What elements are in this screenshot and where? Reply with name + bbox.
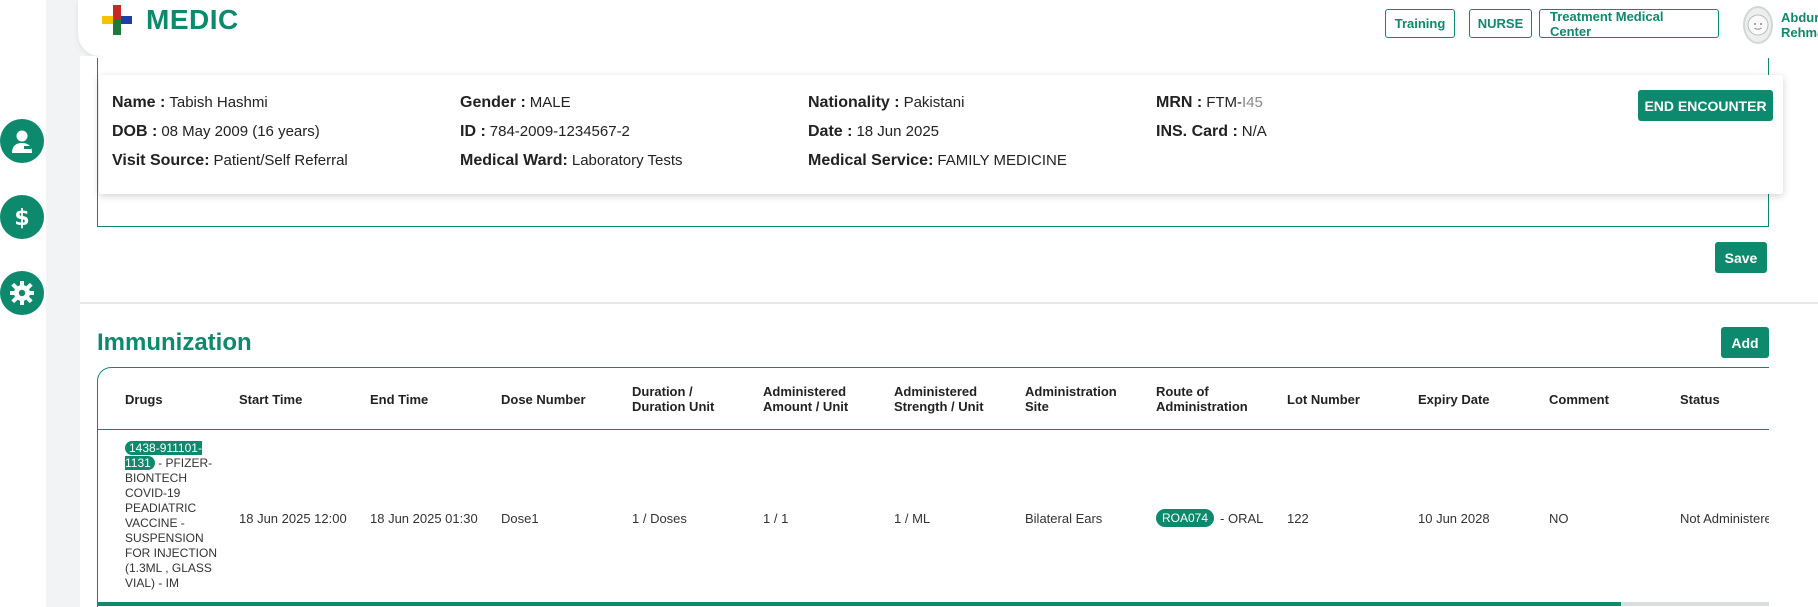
col-route[interactable]: Route of Administration [1156, 368, 1266, 430]
amount-cell: 1 / 1 [763, 510, 789, 526]
duration-cell: 1 / Doses [632, 510, 687, 526]
visit-source: Visit Source: Patient/Self Referral [112, 152, 348, 169]
app-name: MEDIC [146, 4, 239, 35]
route-name: - ORAL [1220, 510, 1264, 526]
col-status[interactable]: Status [1680, 368, 1769, 430]
dollar-icon[interactable]: $ [0, 195, 44, 239]
col-administered-amount[interactable]: Administered Amount / Unit [763, 368, 873, 430]
end-time-cell: 18 Jun 2025 01:30 [370, 510, 478, 526]
col-administered-strength[interactable]: Administered Strength / Unit [894, 368, 1004, 430]
horizontal-scrollbar-track[interactable] [1621, 602, 1769, 606]
col-drugs[interactable]: Drugs [125, 368, 225, 430]
svg-text:$: $ [14, 206, 29, 231]
medical-service: Medical Service: FAMILY MEDICINE [808, 152, 1067, 169]
left-sidebar: $ [0, 0, 46, 607]
col-start-time[interactable]: Start Time [239, 368, 359, 430]
visit-date: Date :18 Jun 2025 [808, 123, 940, 140]
start-time-cell: 18 Jun 2025 12:00 [239, 510, 347, 526]
immunization-table: Drugs Start Time End Time Dose Number Du… [97, 367, 1769, 607]
col-comment[interactable]: Comment [1549, 368, 1659, 430]
top-header: MEDIC Training NURSE Treatment Medical C… [78, 0, 1818, 56]
col-administration-site[interactable]: Administration Site [1025, 368, 1135, 430]
end-encounter-button[interactable]: END ENCOUNTER [1638, 90, 1773, 121]
patient-id: ID :784-2009-1234567-2 [460, 123, 630, 140]
user-menu[interactable]: Abdur Rehman ⌄ [1743, 6, 1818, 44]
table-row[interactable]: 1438-911101-1131 - PFIZER-BIONTECH COVID… [98, 430, 1769, 606]
save-button[interactable]: Save [1715, 242, 1767, 273]
strength-cell: 1 / ML [894, 510, 931, 526]
patient-dob: DOB :08 May 2009 (16 years) [112, 123, 320, 140]
drug-cell: 1438-911101-1131 - PFIZER-BIONTECH COVID… [125, 441, 225, 591]
patient-banner: Name : Tabish Hashmi Gender : MALE Nationa… [99, 75, 1783, 194]
nurse-role-button[interactable]: NURSE [1469, 9, 1532, 38]
route-cell: ROA074 - ORAL [1156, 430, 1263, 606]
col-duration[interactable]: Duration / Duration Unit [632, 368, 742, 430]
avatar [1743, 6, 1773, 44]
immunization-title: Immunization [97, 329, 252, 356]
insurance-card: INS. Card : N/A [1156, 123, 1267, 140]
medical-ward: Medical Ward: Laboratory Tests [460, 152, 683, 169]
dose-number-cell: Dose1 [501, 510, 539, 526]
col-expiry-date[interactable]: Expiry Date [1418, 368, 1528, 430]
doctor-icon[interactable] [0, 119, 44, 163]
drug-name: - PFIZER-BIONTECH COVID-19 PEADIATRIC VA… [125, 456, 217, 590]
expiry-date-cell: 10 Jun 2028 [1418, 510, 1490, 526]
col-dose-number[interactable]: Dose Number [501, 368, 621, 430]
app-logo[interactable]: MEDIC [102, 4, 239, 36]
horizontal-scrollbar-thumb[interactable] [97, 602, 1621, 606]
status-cell: Not Administered [1680, 510, 1769, 526]
patient-nationality: Nationality : Pakistani [808, 94, 965, 111]
patient-gender: Gender : MALE [460, 94, 571, 111]
site-cell: Bilateral Ears [1025, 510, 1103, 526]
gear-icon[interactable] [0, 271, 44, 315]
section-divider [80, 302, 1818, 304]
lot-number-cell: 122 [1287, 510, 1309, 526]
col-end-time[interactable]: End Time [370, 368, 490, 430]
route-code-badge: ROA074 [1156, 509, 1215, 527]
training-button[interactable]: Training [1385, 9, 1455, 38]
table-header: Drugs Start Time End Time Dose Number Du… [98, 368, 1769, 430]
medic-cross-icon [102, 5, 132, 35]
facility-button[interactable]: Treatment Medical Center [1539, 9, 1719, 39]
comment-cell: NO [1549, 510, 1569, 526]
patient-mrn: MRN : FTM-I45 [1156, 94, 1263, 111]
patient-name: Name : Tabish Hashmi [112, 94, 268, 111]
add-immunization-button[interactable]: Add [1721, 327, 1769, 358]
col-lot-number[interactable]: Lot Number [1287, 368, 1397, 430]
user-name: Abdur Rehman [1781, 10, 1818, 40]
